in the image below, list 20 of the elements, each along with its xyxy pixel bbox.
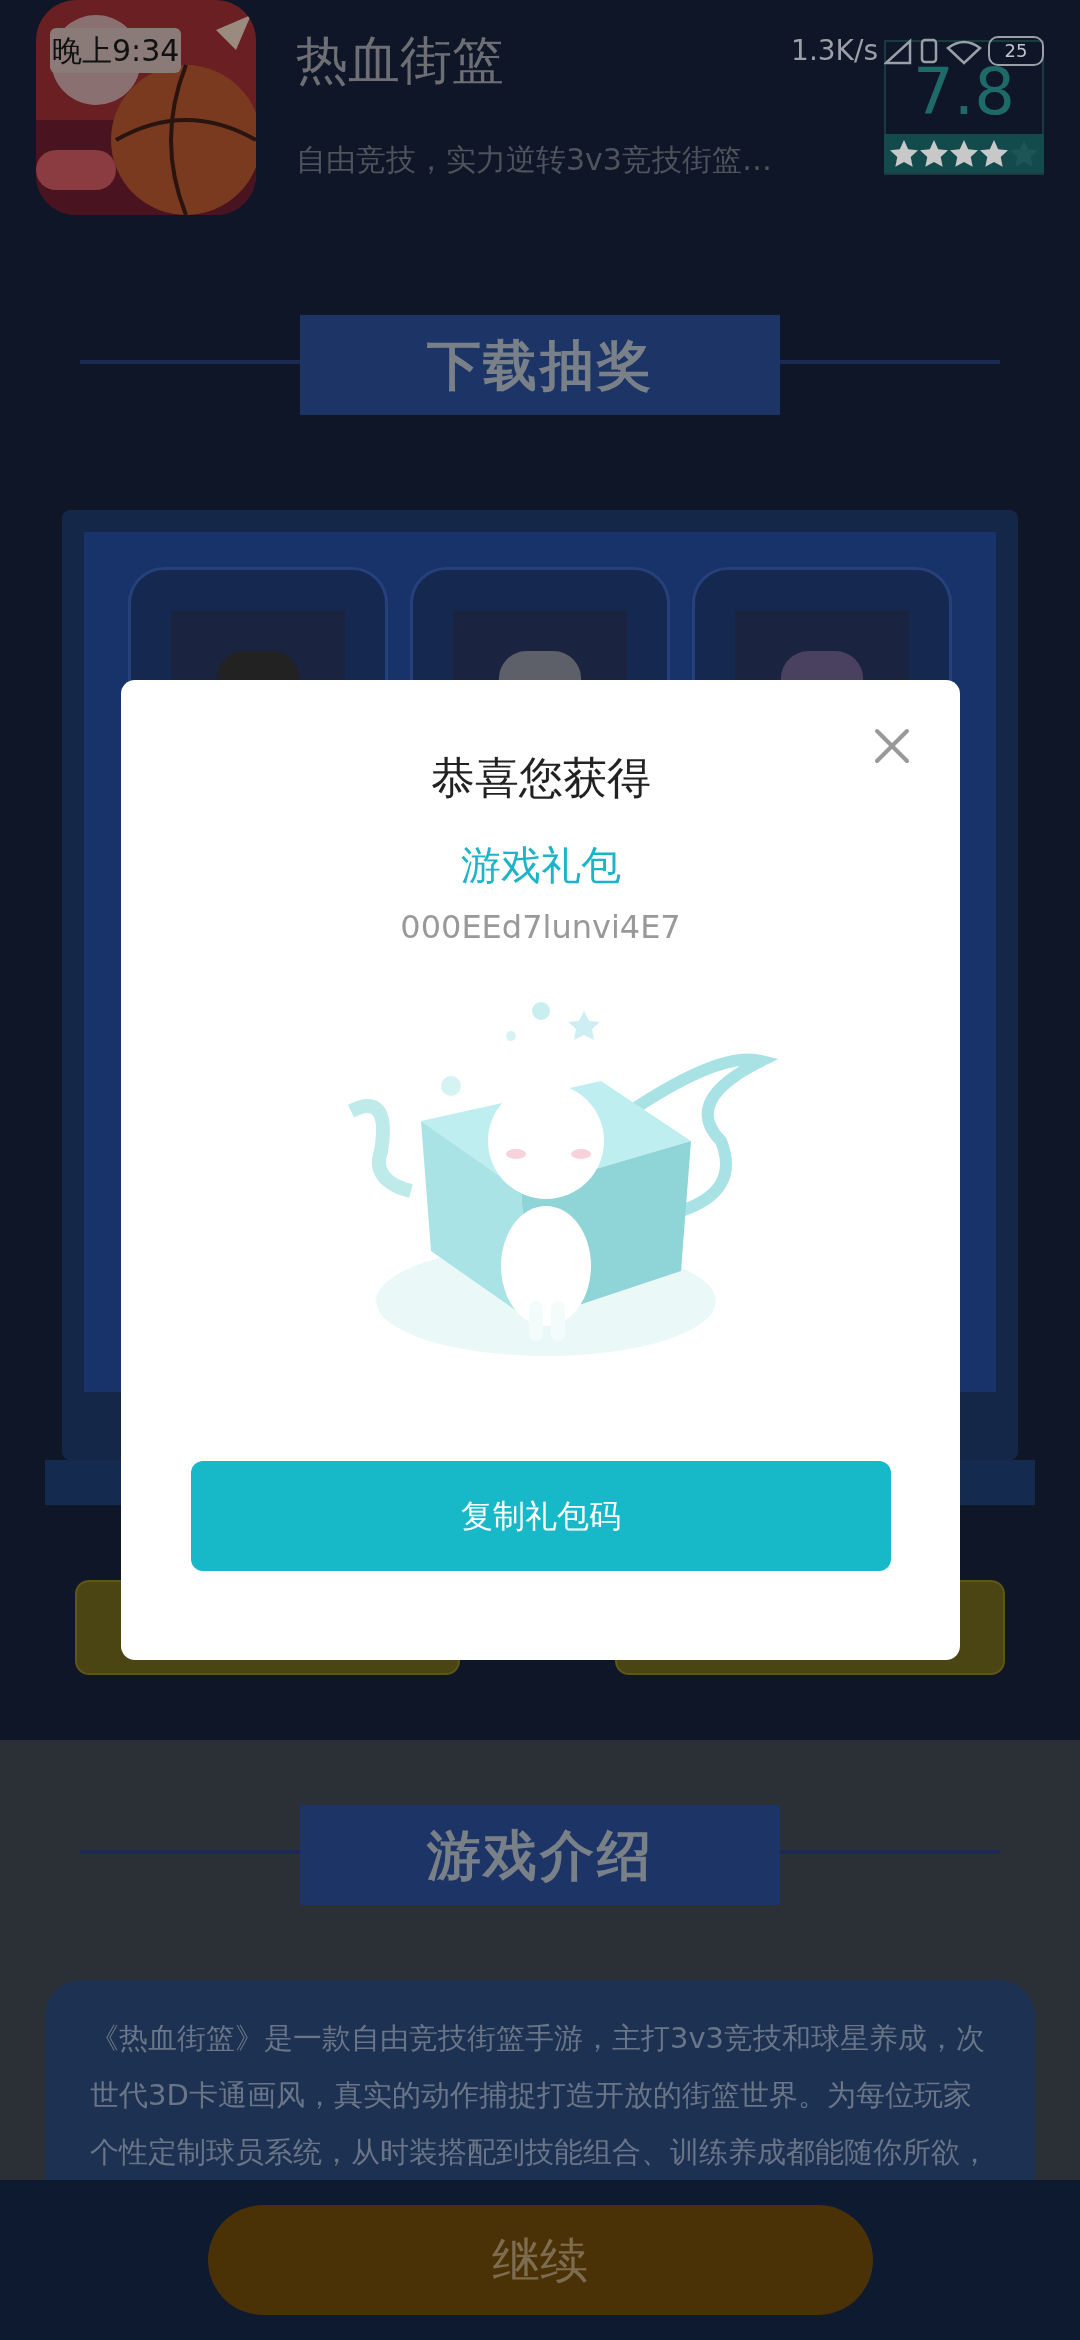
prize-name: 游戏礼包 xyxy=(460,841,621,890)
app-subtitle: 自由竞技，实力逆转3v3竞技街篮… xyxy=(296,141,772,179)
star-icon xyxy=(920,140,948,167)
intro-text: 《热血街篮》是一款自由竞技街篮手游，主打3v3竞技和球星养成，次世代3D卡通画风，真实的动作捕捉打造开放的街篮世界。为每位玩家个性定制球员系统，从时装搭配到技能组合、训练养成都能随你所欲， xyxy=(90,2020,990,2171)
network-speed: 1.3K/s xyxy=(791,32,878,69)
star-icon xyxy=(950,140,978,167)
continue-button[interactable]: 继续 xyxy=(207,2205,873,2315)
gift-code: 000EEd7lunvi4E7 xyxy=(400,907,681,948)
copy-code-button[interactable]: 复制礼包码 xyxy=(190,1461,891,1571)
star-icon xyxy=(980,140,1008,167)
signal-icon xyxy=(884,36,912,65)
battery-level: 25 xyxy=(1004,41,1028,60)
section-heading: 下载抽奖 xyxy=(426,332,654,399)
status-time: 晚上9:34 xyxy=(50,28,182,73)
star-icon xyxy=(890,140,918,167)
section-heading: 游戏介绍 xyxy=(426,1822,654,1889)
app-title: 热血街篮 xyxy=(296,29,505,92)
sim-card-icon xyxy=(920,36,938,65)
dialog-title: 恭喜您获得 xyxy=(430,751,651,805)
rating-score: 7.8 xyxy=(913,60,1015,124)
